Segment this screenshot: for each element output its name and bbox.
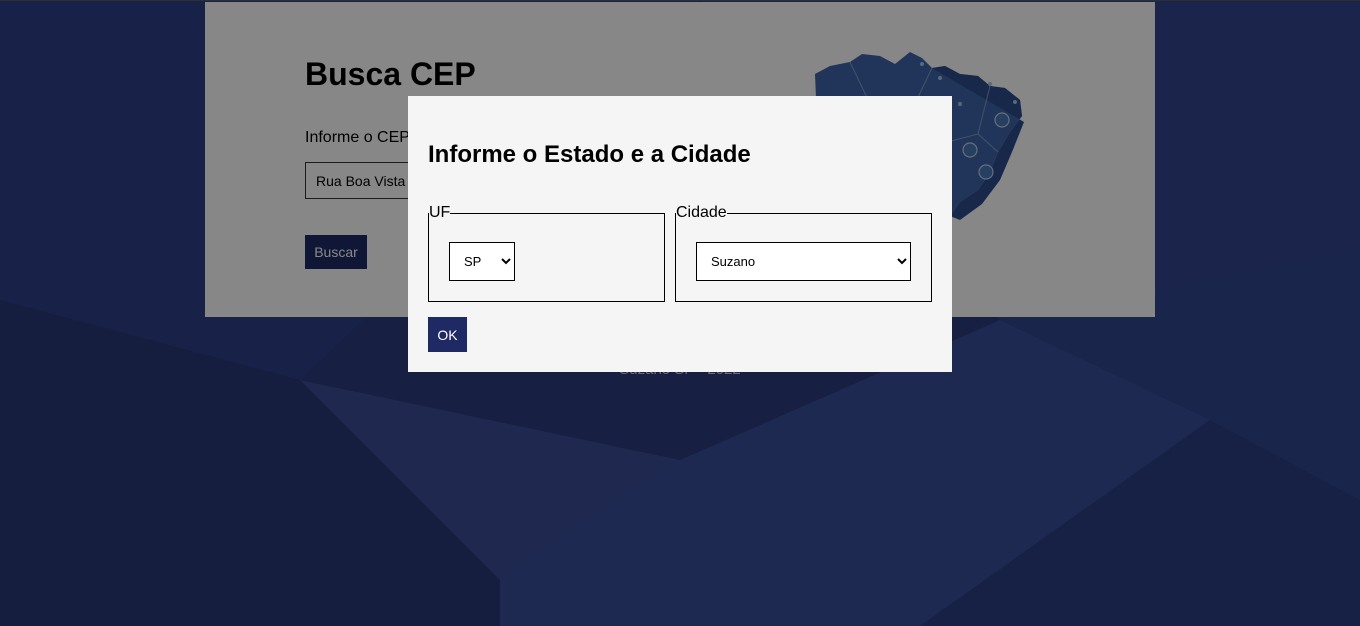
uf-select[interactable]: SP xyxy=(449,242,515,281)
uf-fieldset: UF SP xyxy=(428,204,665,302)
city-select[interactable]: Suzano xyxy=(696,242,911,281)
modal-title: Informe o Estado e a Cidade xyxy=(428,141,751,168)
city-legend: Cidade xyxy=(676,204,727,221)
city-fieldset: Cidade Suzano xyxy=(675,204,932,302)
uf-legend: UF xyxy=(429,204,451,221)
ok-button[interactable]: OK xyxy=(428,317,467,352)
page: Busca CEP Informe o CEP Buscar xyxy=(0,0,1360,626)
state-city-modal: Informe o Estado e a Cidade UF SP Cidade… xyxy=(408,96,952,372)
